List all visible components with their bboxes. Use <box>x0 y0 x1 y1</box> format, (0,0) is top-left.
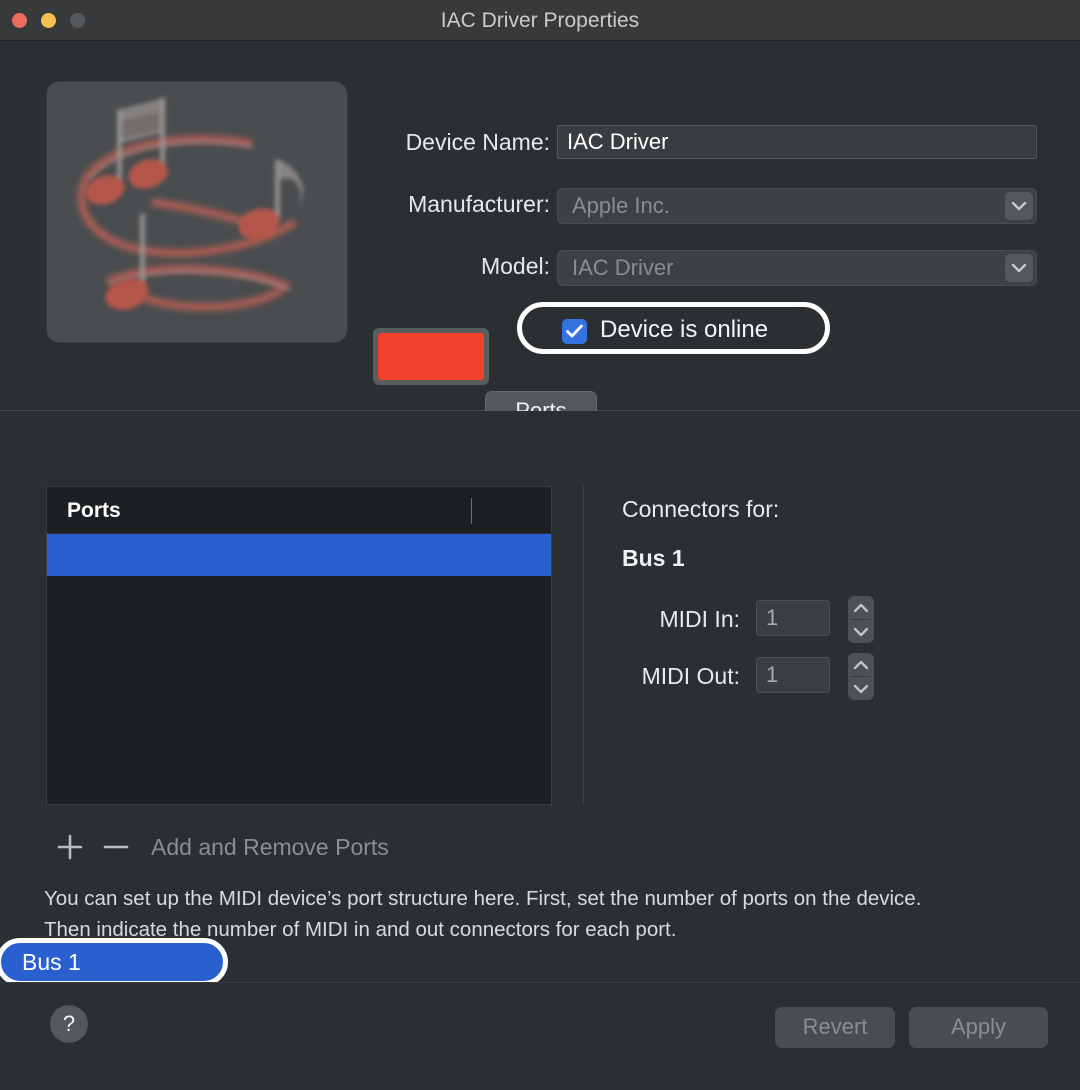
ports-list-header: Ports <box>47 487 551 534</box>
help-description: You can set up the MIDI device’s port st… <box>44 883 1024 945</box>
chevron-down-icon[interactable] <box>1005 254 1033 282</box>
column-divider[interactable] <box>471 498 472 524</box>
midi-out-field[interactable]: 1 <box>756 657 830 693</box>
manufacturer-value: Apple Inc. <box>572 193 670 218</box>
ports-list[interactable]: Ports <box>46 486 552 805</box>
device-color-swatch[interactable] <box>373 328 489 385</box>
midi-in-label: MIDI In: <box>659 606 740 632</box>
model-dropdown[interactable]: IAC Driver <box>557 250 1037 286</box>
stepper-up-icon[interactable] <box>848 653 874 676</box>
footer-bar: ? Revert Apply <box>0 983 1080 1090</box>
connectors-subject: Bus 1 <box>622 545 685 571</box>
ports-panel: Ports Bus 1 Add and Remove Ports Connect… <box>0 411 1080 986</box>
ports-column-header: Ports <box>67 499 121 522</box>
connectors-title: Connectors for: <box>622 496 780 522</box>
stepper-down-icon[interactable] <box>848 677 874 700</box>
midi-out-stepper[interactable] <box>848 653 874 700</box>
manufacturer-label: Manufacturer: <box>408 191 550 217</box>
stepper-up-icon[interactable] <box>848 596 874 619</box>
manufacturer-dropdown[interactable]: Apple Inc. <box>557 188 1037 224</box>
selected-port-highlight-ring: Bus 1 <box>0 938 228 986</box>
chevron-down-icon[interactable] <box>1005 192 1033 220</box>
title-bar[interactable]: IAC Driver Properties <box>0 0 1080 41</box>
model-value: IAC Driver <box>572 255 674 280</box>
device-info-section: Device Name: Manufacturer: Apple Inc. Mo… <box>0 41 1080 410</box>
help-button[interactable]: ? <box>50 1005 88 1043</box>
revert-button[interactable]: Revert <box>775 1007 895 1048</box>
device-online-checkbox[interactable] <box>562 319 587 344</box>
device-online-highlight-ring: Device is online <box>517 302 830 354</box>
help-description-line-2: Then indicate the number of MIDI in and … <box>44 918 677 941</box>
list-item-label: Bus 1 <box>22 949 81 975</box>
window-title: IAC Driver Properties <box>440 9 640 32</box>
add-port-button[interactable] <box>54 831 86 863</box>
stepper-down-icon[interactable] <box>848 620 874 643</box>
list-item[interactable] <box>47 534 551 576</box>
midi-in-stepper[interactable] <box>848 596 874 643</box>
midi-in-field[interactable]: 1 <box>756 600 830 636</box>
device-name-label: Device Name: <box>405 129 550 155</box>
device-color-swatch-fill <box>378 333 484 380</box>
panel-vertical-divider <box>583 486 584 805</box>
iac-driver-properties-window: IAC Driver Properties Device Name: IAC D… <box>0 0 1080 1090</box>
midi-out-label: MIDI Out: <box>641 663 740 689</box>
help-description-line-1: You can set up the MIDI device’s port st… <box>44 887 922 910</box>
remove-port-button[interactable] <box>100 831 132 863</box>
device-name-input[interactable] <box>557 125 1037 159</box>
device-online-label: Device is online <box>600 316 769 343</box>
model-label: Model: <box>480 253 550 279</box>
add-remove-ports-label: Add and Remove Ports <box>151 834 389 860</box>
apply-button[interactable]: Apply <box>909 1007 1048 1048</box>
